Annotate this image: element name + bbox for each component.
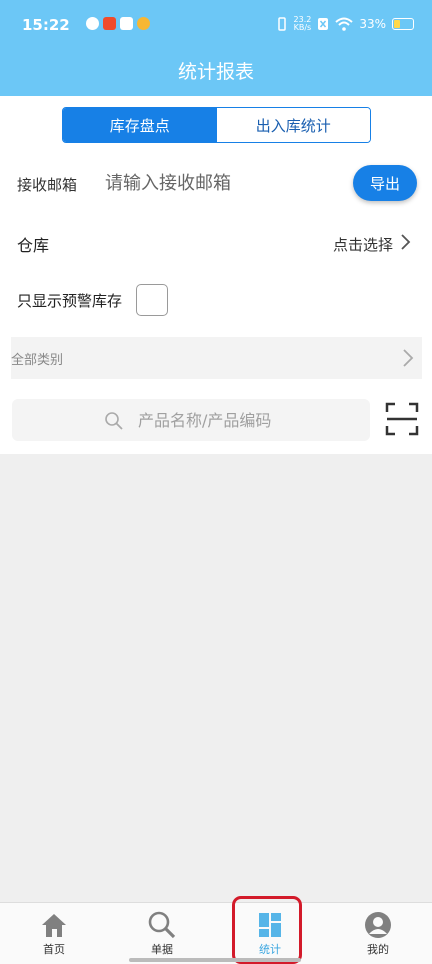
network-speed: 23.2 KB/s — [294, 16, 312, 32]
chevron-right-icon — [401, 234, 411, 250]
notification-icons — [86, 17, 150, 30]
tab-in-out-stats[interactable]: 出入库统计 — [216, 108, 370, 142]
product-search-input[interactable] — [138, 405, 358, 435]
warning-filter-row: 只显示预警库存 — [17, 284, 317, 318]
tab-documents[interactable]: 单据 — [108, 903, 216, 964]
tab-inventory-count[interactable]: 库存盘点 — [63, 108, 217, 142]
email-row: 接收邮箱 导出 — [17, 165, 417, 202]
scan-icon[interactable] — [385, 402, 419, 436]
product-search-box — [12, 399, 370, 441]
chevron-right-icon — [403, 349, 414, 367]
home-icon — [42, 914, 66, 937]
segment-control: 库存盘点 出入库统计 — [62, 107, 371, 143]
tab-home[interactable]: 首页 — [0, 903, 108, 964]
page-title: 统计报表 — [177, 61, 254, 83]
category-selector[interactable]: 全部类别 — [11, 337, 422, 379]
battery-percent: 33% — [359, 17, 386, 31]
status-right: 23.2 KB/s 33% — [276, 16, 414, 32]
battery-icon — [392, 18, 414, 30]
email-input[interactable] — [105, 168, 345, 198]
notification-app-icon — [103, 17, 116, 30]
warning-filter-checkbox[interactable] — [136, 284, 168, 316]
app-header: 15:22 23.2 KB/s 33% 统计报表 — [0, 0, 432, 96]
vibrate-icon — [277, 17, 286, 31]
status-bar: 15:22 23.2 KB/s 33% — [22, 14, 414, 38]
warehouse-label: 仓库 — [17, 236, 50, 255]
search-icon — [148, 911, 176, 939]
profile-icon — [365, 912, 391, 938]
tab-label: 首页 — [43, 943, 65, 956]
home-indicator — [129, 958, 301, 962]
highlight-box — [232, 896, 302, 964]
warehouse-select-text[interactable]: 点击选择 — [333, 234, 393, 255]
notification-app-icon — [137, 17, 150, 30]
notification-app-icon — [120, 17, 133, 30]
search-icon — [105, 412, 123, 430]
sim-icon — [318, 18, 329, 30]
status-time: 15:22 — [22, 16, 70, 34]
warehouse-row[interactable]: 仓库 点击选择 — [17, 228, 417, 256]
bottom-tab-bar: 首页 单据 统计 我的 — [0, 902, 432, 964]
network-speed-unit: KB/s — [293, 23, 312, 32]
export-button[interactable]: 导出 — [353, 165, 417, 201]
tab-label: 单据 — [151, 943, 173, 956]
notification-app-icon — [86, 17, 99, 30]
filter-panel: 库存盘点 出入库统计 接收邮箱 导出 仓库 点击选择 只显示预警库存 全部类别 — [0, 96, 432, 454]
category-label: 全部类别 — [11, 353, 64, 368]
tab-label: 我的 — [367, 943, 389, 956]
email-label: 接收邮箱 — [17, 176, 78, 194]
tab-profile[interactable]: 我的 — [324, 903, 432, 964]
warning-filter-label: 只显示预警库存 — [17, 292, 123, 310]
wifi-icon — [335, 17, 353, 31]
